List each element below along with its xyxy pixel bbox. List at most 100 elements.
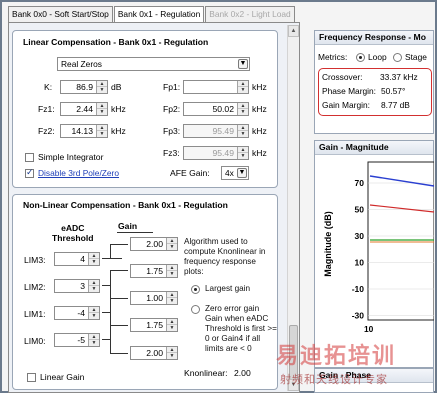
disable-third-pole-checkbox[interactable] — [25, 167, 34, 178]
fp2-input[interactable]: 50.02 ▲ ▼ — [183, 102, 249, 116]
fp3-input[interactable]: 95.49 ▲ ▼ — [183, 124, 249, 138]
fz1-spinner[interactable]: ▲ ▼ — [96, 103, 107, 115]
phase-panel: Gain - Phase — [314, 368, 434, 393]
lim3-input[interactable]: 4 ▲ ▼ — [54, 252, 100, 266]
metrics-label: Metrics: — [318, 52, 348, 62]
threshold-connector — [110, 244, 128, 245]
gain4-input[interactable]: 2.00 ▲ ▼ — [130, 237, 178, 251]
y-tick-label: 30 — [355, 231, 365, 241]
gain0-spinner[interactable]: ▲ ▼ — [166, 347, 177, 359]
fp1-unit: kHz — [252, 82, 267, 92]
y-tick-label: 10 — [355, 258, 365, 268]
afe-gain-select[interactable]: 4x ▼ — [221, 166, 249, 180]
zero-mode-select[interactable]: Real Zeros ▼ — [57, 57, 250, 71]
gain-header-underline — [117, 232, 153, 233]
fp3-spinner[interactable]: ▲ ▼ — [237, 125, 248, 137]
k-input[interactable]: 86.9 ▲ ▼ — [60, 80, 108, 94]
fz3-unit: kHz — [252, 148, 267, 158]
gain1-spinner[interactable]: ▲ ▼ — [166, 319, 177, 331]
phase-title: Gain - Phase — [315, 369, 433, 383]
k-unit: dB — [111, 82, 122, 92]
zero-mode-value: Real Zeros — [61, 59, 102, 69]
magnitude-title: Gain - Magnitude — [315, 141, 433, 155]
k-spinner[interactable]: ▲ ▼ — [96, 81, 107, 93]
gain2-spinner[interactable]: ▲ ▼ — [166, 292, 177, 304]
gain3-input[interactable]: 1.75 ▲ ▼ — [130, 264, 178, 278]
threshold-connector — [110, 298, 128, 299]
knonlinear-value: 2.00 — [234, 368, 251, 378]
lim2-spinner[interactable]: ▲ ▼ — [88, 280, 99, 292]
y-tick-label: 50 — [355, 205, 365, 215]
scroll-thumb[interactable] — [289, 325, 298, 380]
fp1-input[interactable]: ▲ ▼ — [183, 80, 249, 94]
threshold-connector — [102, 285, 110, 286]
disable-third-pole-link[interactable]: Disable 3rd Pole/Zero — [38, 168, 119, 178]
fz1-unit: kHz — [111, 104, 126, 114]
threshold-connector — [110, 325, 128, 326]
crossover-label: Crossover: — [322, 72, 363, 82]
algorithm-description: Algorithm used to compute Knonlinear in … — [184, 237, 266, 276]
lim1-label: LIM1: — [24, 309, 46, 319]
threshold-connector — [110, 298, 111, 325]
magnitude-axis-label: Magnitude (dB) — [323, 211, 333, 277]
scroll-down-button[interactable]: ▼ — [288, 379, 299, 391]
fp1-spinner[interactable]: ▲ ▼ — [237, 81, 248, 93]
fz3-input[interactable]: 95.49 ▲ ▼ — [183, 146, 249, 160]
lim1-spinner[interactable]: ▲ ▼ — [88, 307, 99, 319]
scroll-up-button[interactable]: ▲ — [288, 25, 299, 37]
threshold-connector — [102, 258, 122, 259]
zero-error-gain-radio[interactable] — [191, 305, 200, 314]
fz1-input[interactable]: 2.44 ▲ ▼ — [60, 102, 108, 116]
lim2-input[interactable]: 3 ▲ ▼ — [54, 279, 100, 293]
tab-regulation[interactable]: Bank 0x1 - Regulation — [113, 6, 205, 23]
linear-compensation-title: Linear Compensation - Bank 0x1 - Regulat… — [23, 37, 209, 47]
gain1-input[interactable]: 1.75 ▲ ▼ — [130, 318, 178, 332]
fz1-label: Fz1: — [38, 104, 55, 114]
frequency-response-title: Frequency Response - Mo — [315, 31, 433, 45]
largest-gain-radio[interactable] — [191, 285, 200, 294]
vertical-scrollbar[interactable]: ▲ ▼ — [287, 25, 299, 391]
lim2-label: LIM2: — [24, 282, 46, 292]
afe-gain-value: 4x — [225, 168, 234, 178]
gain0-input[interactable]: 2.00 ▲ ▼ — [130, 346, 178, 360]
chevron-down-icon: ▼ — [238, 59, 248, 69]
fz2-input[interactable]: 14.13 ▲ ▼ — [60, 124, 108, 138]
fp2-spinner[interactable]: ▲ ▼ — [237, 103, 248, 115]
y-tick-label: -30 — [352, 311, 365, 321]
fz2-unit: kHz — [111, 126, 126, 136]
metric-stage-radio[interactable] — [393, 53, 402, 62]
simple-integrator-checkbox[interactable] — [25, 153, 34, 162]
tab-light-load[interactable]: Bank 0x2 - Light Load — [205, 6, 295, 22]
linear-gain-label: Linear Gain — [40, 372, 85, 382]
k-label: K: — [44, 82, 53, 92]
gain-margin-label: Gain Margin: — [322, 100, 370, 110]
fz2-spinner[interactable]: ▲ ▼ — [96, 125, 107, 137]
lim3-label: LIM3: — [24, 255, 46, 265]
phase-margin-label: Phase Margin: — [322, 86, 376, 96]
lim0-input[interactable]: -5 ▲ ▼ — [54, 333, 100, 347]
threshold-connector — [102, 339, 110, 340]
threshold-connector — [110, 325, 111, 353]
gain4-spinner[interactable]: ▲ ▼ — [166, 238, 177, 250]
magnitude-plot: 70 50 30 10 -10 -30 Magnitude (dB) — [323, 161, 434, 321]
threshold-connector — [110, 270, 128, 271]
linear-gain-checkbox[interactable] — [27, 373, 36, 382]
gain3-spinner[interactable]: ▲ ▼ — [166, 265, 177, 277]
y-tick-label: 70 — [355, 178, 365, 188]
chevron-down-icon: ▼ — [237, 168, 247, 178]
largest-gain-label: Largest gain — [205, 284, 251, 293]
threshold-connector — [110, 270, 111, 298]
threshold-connector — [102, 312, 110, 313]
metric-loop-radio[interactable] — [356, 53, 365, 62]
metric-stage-label: Stage — [405, 52, 427, 62]
threshold-connector — [110, 244, 111, 258]
lim0-label: LIM0: — [24, 336, 46, 346]
tab-soft-start[interactable]: Bank 0x0 - Soft Start/Stop — [8, 6, 113, 22]
lim3-spinner[interactable]: ▲ ▼ — [88, 253, 99, 265]
fz3-spinner[interactable]: ▲ ▼ — [237, 147, 248, 159]
lim1-input[interactable]: -4 ▲ ▼ — [54, 306, 100, 320]
gain2-input[interactable]: 1.00 ▲ ▼ — [130, 291, 178, 305]
nonlinear-compensation-title: Non-Linear Compensation - Bank 0x1 - Reg… — [23, 200, 228, 210]
lim0-spinner[interactable]: ▲ ▼ — [88, 334, 99, 346]
bank-tabs: Bank 0x0 - Soft Start/Stop Bank 0x1 - Re… — [8, 6, 296, 23]
